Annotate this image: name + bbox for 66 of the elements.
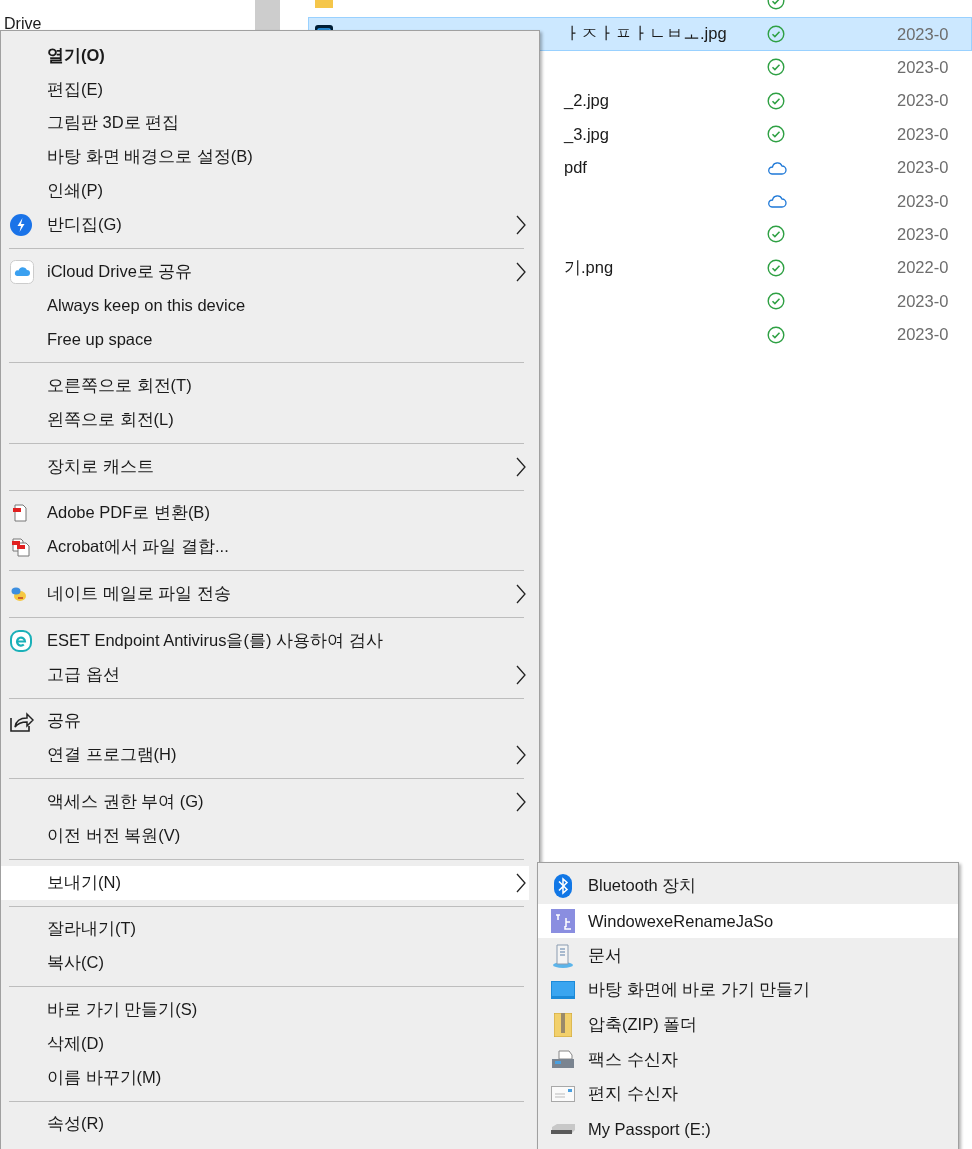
menu-item[interactable]: 이름 바꾸기(M) <box>1 1060 529 1095</box>
menu-item[interactable]: 액세스 권한 부여 (G) <box>1 785 529 819</box>
document-icon <box>10 503 30 524</box>
menu-item[interactable]: Acrobat에서 파일 결합... <box>1 530 529 565</box>
file-name: pdf <box>564 158 587 177</box>
menu-item[interactable]: 네이트 메일로 파일 전송 <box>1 577 529 611</box>
envelope-icon <box>551 1086 575 1103</box>
mascot-icon <box>10 586 28 603</box>
menu-item[interactable]: Adobe PDF로 변환(B) <box>1 496 529 531</box>
chevron-icon <box>516 792 526 813</box>
menu-item[interactable]: 오른쪽으로 회전(T) <box>1 369 529 403</box>
date-modified: 2023-0 <box>897 91 949 110</box>
submenu-item[interactable]: 압축(ZIP) 폴더 <box>538 1007 958 1043</box>
document-icon <box>552 943 574 968</box>
menu-item[interactable]: 이전 버전 복원(V) <box>1 818 529 853</box>
menu-item[interactable]: 왼쪽으로 회전(L) <box>1 402 529 437</box>
date-modified: 2023-0 <box>897 191 949 210</box>
submenu-item[interactable]: 팩스 수신자 <box>538 1042 958 1078</box>
share-icon <box>10 710 34 733</box>
menu-item[interactable]: 삭제(D) <box>1 1026 529 1061</box>
app-icon <box>551 909 575 934</box>
fax-icon <box>551 1049 575 1070</box>
nav-item[interactable]: Drive <box>4 15 42 32</box>
menu-item[interactable]: 복사(C) <box>1 946 529 981</box>
chevron-icon <box>516 872 526 893</box>
date-modified: 2023-0 <box>897 158 949 177</box>
cloud-icon <box>10 259 34 284</box>
monitor-icon <box>551 981 575 1000</box>
file-name: _2.jpg <box>564 91 609 110</box>
file-name: 기.png <box>564 257 614 276</box>
chevron-icon <box>516 664 526 685</box>
menu-item[interactable]: 바로 가기 만들기(S) <box>1 993 529 1027</box>
date-modified: 2023-0 <box>897 291 949 310</box>
date-modified: 2023-0 <box>897 57 949 76</box>
documents-icon <box>10 537 32 558</box>
chevron-icon <box>516 261 526 282</box>
date-modified: 2022-0 <box>897 258 949 277</box>
menu-item[interactable]: 고급 옵션 <box>1 657 529 692</box>
bluetooth-icon <box>554 874 572 899</box>
chevron-icon <box>516 214 526 235</box>
chevron-icon <box>516 745 526 766</box>
submenu-item[interactable]: 바탕 화면에 바로 가기 만들기 <box>538 973 958 1008</box>
submenu-item[interactable]: 편지 수신자 <box>538 1077 958 1112</box>
file-name: ㅏㅈㅏㅍㅏㄴㅂㅗ.jpg <box>564 24 727 43</box>
date-modified: 2023-0 <box>897 124 949 143</box>
menu-item[interactable]: 공유 <box>1 704 529 739</box>
date-modified: 2023-0 <box>897 224 949 243</box>
zip-folder-icon <box>554 1013 572 1038</box>
submenu-item[interactable]: WindowexeRenameJaSo <box>538 903 958 939</box>
drive-icon <box>550 1123 576 1136</box>
chevron-icon <box>516 456 526 477</box>
menu-item[interactable]: 보내기(N) <box>1 865 529 900</box>
file-name: _3.jpg <box>564 124 609 143</box>
menu-item[interactable]: ESET Endpoint Antivirus을(를) 사용하여 검사 <box>1 623 529 658</box>
date-modified: 2023-0 <box>897 24 949 43</box>
menu-item[interactable]: 연결 프로그램(H) <box>1 738 529 773</box>
lightning-icon <box>10 213 32 236</box>
submenu-item[interactable]: Bluetooth 장치 <box>538 869 958 904</box>
submenu-item[interactable]: 문서 <box>538 938 958 974</box>
date-modified: 2023-0 <box>897 325 949 344</box>
submenu-item[interactable]: My Passport (E:) <box>538 1111 958 1147</box>
letter-e-icon <box>10 629 32 652</box>
chevron-icon <box>516 584 526 605</box>
menu-item[interactable]: 속성(R) <box>1 1107 529 1142</box>
menu-item[interactable]: 장치로 캐스트 <box>1 449 529 484</box>
menu-item[interactable]: 잘라내기(T) <box>1 912 529 947</box>
